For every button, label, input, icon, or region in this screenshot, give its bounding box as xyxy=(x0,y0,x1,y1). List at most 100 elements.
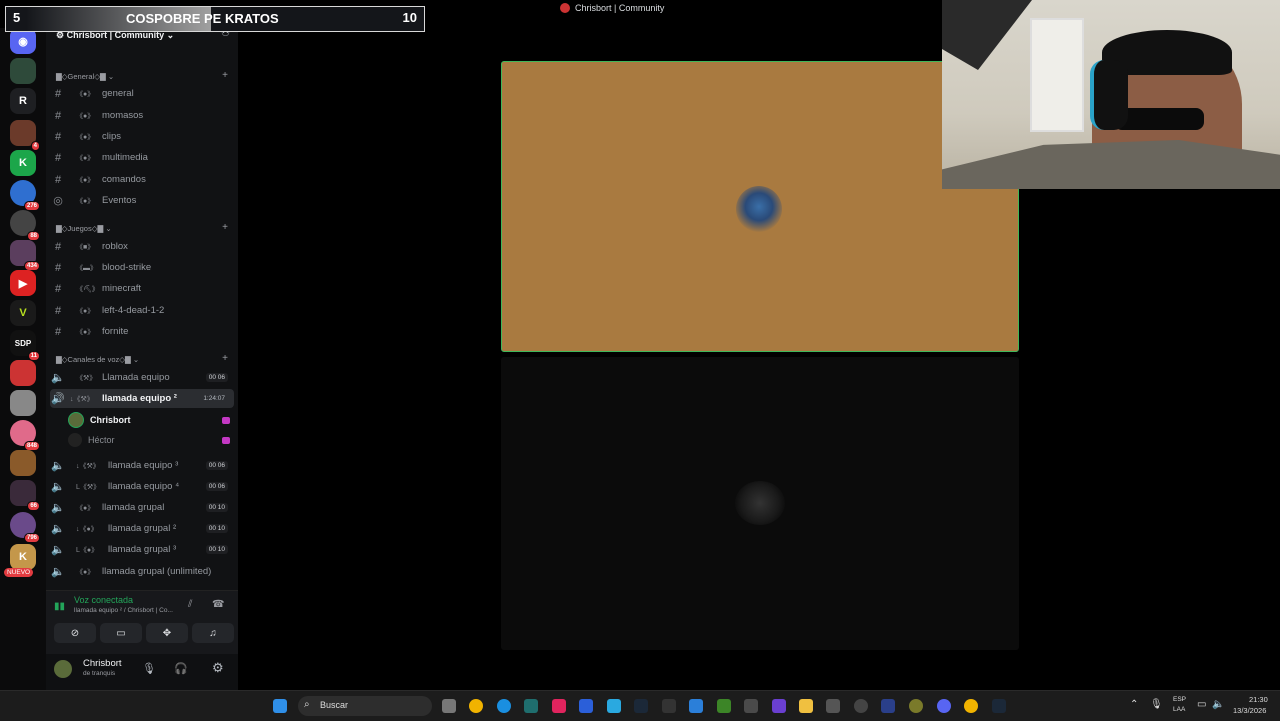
channel-left-4-dead[interactable]: # 《●》 left-4-dead-1-2 xyxy=(50,301,234,320)
server-icon-0[interactable] xyxy=(10,58,36,84)
server-icon-10[interactable] xyxy=(10,360,36,386)
channel-comandos[interactable]: # 《●》 comandos xyxy=(50,170,234,189)
edge-icon[interactable] xyxy=(497,699,511,713)
emoji-deco-icon: 《●》 xyxy=(76,307,95,315)
emoji-deco-icon: ↓《⚒》 xyxy=(70,395,94,403)
minecraft-icon[interactable] xyxy=(717,699,731,713)
emoji-deco-icon: 《⚒》 xyxy=(76,374,97,382)
clock-time[interactable]: 21:30 xyxy=(1249,695,1268,704)
emoji-deco-icon: 《▬》 xyxy=(76,264,97,272)
app-icon[interactable] xyxy=(689,699,703,713)
volume-icon[interactable]: 🔈 xyxy=(1212,699,1224,710)
calculator-icon[interactable] xyxy=(744,699,758,713)
speaker-icon: 🔈 xyxy=(51,523,65,535)
chrome-icon[interactable] xyxy=(469,699,483,713)
search-icon: ⌕ xyxy=(304,699,310,710)
tiktok-icon[interactable] xyxy=(552,699,566,713)
task-view-icon[interactable] xyxy=(442,699,456,713)
headphones-icon[interactable]: 🎧 xyxy=(174,662,188,675)
microphone-tray-icon[interactable]: 🎙 xyxy=(1150,699,1163,710)
windows-start-icon[interactable] xyxy=(273,699,287,713)
emoji-deco-icon: 《●》 xyxy=(76,328,95,336)
voice-channel-equipo-4[interactable]: 🔈 L《⚒》 llamada equipo ⁴ 00 06 xyxy=(50,477,234,496)
voice-channel-grupal-1[interactable]: 🔈 《●》 llamada grupal 00 10 xyxy=(50,498,234,517)
server-icon-16[interactable]: K xyxy=(10,544,36,570)
category-general[interactable]: ▇◇General◇▇ ⌄ xyxy=(56,72,114,81)
server-icon-5[interactable]: 88 xyxy=(10,210,40,241)
soundboard-button[interactable]: ♫ xyxy=(192,623,234,643)
server-icon-15[interactable]: 796 xyxy=(10,512,40,543)
voice-channel-grupal-unlimited[interactable]: 🔈 《●》 llamada grupal (unlimited) xyxy=(50,562,234,581)
settings-gear-icon[interactable]: ⚙ xyxy=(212,660,224,676)
user-name[interactable]: Chrisbort xyxy=(83,658,122,669)
app-icon[interactable] xyxy=(772,699,786,713)
clock-date[interactable]: 13/3/2026 xyxy=(1233,706,1266,715)
app-icon[interactable] xyxy=(854,699,868,713)
channel-clips[interactable]: # 《●》 clips xyxy=(50,127,234,146)
voice-channel-grupal-2[interactable]: 🔈 ↓《●》 llamada grupal ² 00 10 xyxy=(50,519,234,538)
noise-suppression-icon[interactable]: ⫽ xyxy=(188,599,192,610)
add-channel-icon[interactable]: + xyxy=(222,222,228,233)
category-juegos[interactable]: ▇◇Juegos◇▇ ⌄ xyxy=(56,224,112,233)
steam-icon[interactable] xyxy=(992,699,1006,713)
server-icon-r[interactable]: R xyxy=(10,88,36,114)
add-channel-icon[interactable]: + xyxy=(222,70,228,81)
channel-momasos[interactable]: # 《●》 momasos xyxy=(50,106,234,125)
activities-button[interactable]: ✥ xyxy=(146,623,188,643)
channel-general[interactable]: # 《●》 general xyxy=(50,84,234,103)
taskbar-search[interactable]: ⌕ Buscar xyxy=(298,696,432,716)
capcut-icon[interactable] xyxy=(524,699,538,713)
app-icon[interactable] xyxy=(909,699,923,713)
voice-channel-equipo-1[interactable]: 🔈 《⚒》 Llamada equipo 00 06 xyxy=(50,368,234,387)
chevron-up-icon[interactable]: ⌃ xyxy=(1130,699,1138,710)
server-icon-7[interactable]: ▶ xyxy=(10,270,36,296)
camera-button[interactable]: ⊘ xyxy=(54,623,96,643)
voice-user-chrisbort[interactable]: Chrisbort xyxy=(68,411,230,429)
channel-minecraft[interactable]: # 《⛏》 minecraft xyxy=(50,279,234,298)
server-icon-8[interactable]: V xyxy=(10,300,36,326)
server-rail: ◉ R 4 K 276 88 434 ▶ V SDP 11 848 66 796 … xyxy=(0,28,46,690)
server-icon-6[interactable]: 434 xyxy=(10,240,40,271)
app-icon[interactable] xyxy=(881,699,895,713)
channel-eventos[interactable]: ◎ 《●》 Eventos xyxy=(50,191,234,210)
network-icon[interactable]: ▭ xyxy=(1197,699,1206,710)
app-icon[interactable] xyxy=(662,699,676,713)
server-icon-sdp[interactable]: SDP 11 xyxy=(10,330,40,361)
server-icon-2[interactable]: 4 xyxy=(10,120,40,151)
disconnect-icon[interactable]: ☎ xyxy=(212,599,224,610)
file-explorer-icon[interactable] xyxy=(799,699,813,713)
add-channel-icon[interactable]: + xyxy=(222,353,228,364)
user-bar: Chrisbort de tranquis 🎙 🎧 ⚙ xyxy=(46,654,238,690)
screen-share-button[interactable]: ▭ xyxy=(100,623,142,643)
app-icon[interactable] xyxy=(607,699,621,713)
server-icon-4[interactable]: 276 xyxy=(10,180,40,211)
voice-connected-panel: ▮▮ Voz conectada llamada equipo ² / Chri… xyxy=(46,590,238,655)
app-icon[interactable] xyxy=(826,699,840,713)
channel-fornite[interactable]: # 《●》 fornite xyxy=(50,322,234,341)
signal-icon[interactable]: ▮▮ xyxy=(54,601,65,612)
app-icon[interactable] xyxy=(579,699,593,713)
avatar xyxy=(68,412,84,428)
channel-blood-strike[interactable]: # 《▬》 blood-strike xyxy=(50,258,234,277)
category-voz[interactable]: ▇◇Canales de voz◇▇ ⌄ xyxy=(56,355,139,364)
server-icon-11[interactable] xyxy=(10,390,36,416)
steam-icon[interactable] xyxy=(634,699,648,713)
discord-icon[interactable] xyxy=(937,699,951,713)
voice-channel-equipo-2[interactable]: 🔊 ↓《⚒》 llamada equipo ² 1:24:07 xyxy=(50,389,234,408)
voice-user-hector[interactable]: Héctor xyxy=(68,431,230,449)
channel-multimedia[interactable]: # 《●》 multimedia xyxy=(50,148,234,167)
stream-tile-hector[interactable] xyxy=(501,357,1019,650)
server-icon-3[interactable]: K xyxy=(10,150,36,176)
voice-channel-equipo-3[interactable]: 🔈 ↓《⚒》 llamada equipo ³ 00 06 xyxy=(50,456,234,475)
score-right: 10 xyxy=(402,10,417,25)
server-icon-14[interactable]: 66 xyxy=(10,480,40,511)
chrome-icon[interactable] xyxy=(964,699,978,713)
server-icon-12[interactable]: 848 xyxy=(10,420,40,451)
user-avatar[interactable] xyxy=(54,660,72,678)
channel-roblox[interactable]: # 《■》 roblox xyxy=(50,237,234,256)
server-icon-13[interactable] xyxy=(10,450,36,476)
microphone-icon[interactable]: 🎙 xyxy=(142,662,156,675)
voice-status[interactable]: Voz conectada xyxy=(74,595,133,605)
language-indicator[interactable]: ESP xyxy=(1173,696,1186,703)
voice-channel-grupal-3[interactable]: 🔈 L《●》 llamada grupal ³ 00 10 xyxy=(50,540,234,559)
